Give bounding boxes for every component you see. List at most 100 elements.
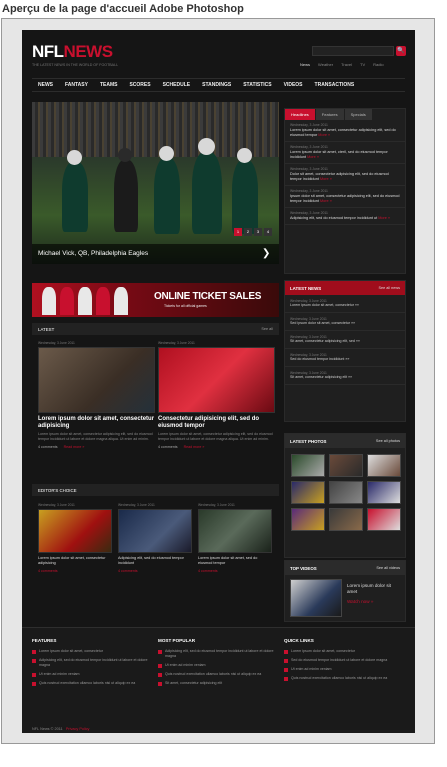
- player-figure: [154, 158, 180, 234]
- player-helmet: [198, 138, 215, 155]
- site-tagline: THE LATEST NEWS IN THE WORLD OF FOOTBALL: [32, 63, 119, 67]
- news-item[interactable]: Wednesday, 3 June 2011 Lorem ipsum dolor …: [285, 295, 405, 313]
- next-arrow-icon[interactable]: ❯: [262, 248, 270, 259]
- photo-thumb[interactable]: [367, 454, 401, 477]
- article-image: [198, 509, 272, 553]
- news-item[interactable]: Wednesday, 3 June 2011 Sit amet, consecte…: [285, 367, 405, 385]
- search-icon[interactable]: 🔍: [396, 46, 406, 56]
- headline-item[interactable]: Wednesday, 3 June 2011 Adipisicing elit, …: [285, 208, 405, 225]
- nav-videos[interactable]: VIDEOS: [284, 82, 303, 88]
- top-link-radio[interactable]: Radio: [373, 62, 383, 67]
- latest-news-box: LATEST NEWS See all news Wednesday, 3 Ju…: [284, 280, 406, 422]
- footer-features: FEATURES Lorem ipsum dolor sit amet, con…: [32, 638, 150, 690]
- tab-headlines[interactable]: Headlines: [285, 109, 315, 120]
- photo-thumb[interactable]: [329, 481, 363, 504]
- footer-link[interactable]: Lorem ipsum dolor sit amet, consectetur: [32, 649, 150, 654]
- photo-thumb[interactable]: [291, 508, 325, 531]
- headline-item[interactable]: Wednesday, 3 June 2011 Lorem ipsum dolor …: [285, 120, 405, 142]
- photo-thumb[interactable]: [329, 508, 363, 531]
- footer-link[interactable]: Adipisicing elit, sed do eiusmod tempor …: [158, 649, 276, 659]
- news-item[interactable]: Wednesday, 3 June 2011 Sed do eiusmod tem…: [285, 349, 405, 367]
- editors-card[interactable]: Wednesday, 3 June 2011 Lorem ipsum dolor…: [38, 503, 112, 573]
- headline-item[interactable]: Wednesday, 3 June 2011 Dolor sit amet, co…: [285, 164, 405, 186]
- news-item[interactable]: Wednesday, 3 June 2011 Sit amet, consecte…: [285, 331, 405, 349]
- hero-page-4[interactable]: 4: [264, 228, 272, 236]
- footer-quick-links: QUICK LINKS Lorem ipsum dolor sit amet, …: [284, 638, 402, 685]
- see-all-news-link[interactable]: See all news: [378, 286, 400, 290]
- hero-page-3[interactable]: 3: [254, 228, 262, 236]
- nav-news[interactable]: NEWS: [38, 82, 53, 88]
- read-more-link[interactable]: Read more »: [64, 445, 85, 449]
- top-link-travel[interactable]: Travel: [341, 62, 352, 67]
- comments-link[interactable]: 4 comments: [38, 445, 58, 449]
- top-link-weather[interactable]: Weather: [318, 62, 333, 67]
- footer-link[interactable]: Ut enim ad minim veniam: [158, 663, 276, 668]
- top-link-news[interactable]: News: [300, 62, 310, 67]
- footer-popular: MOST POPULAR Adipisicing elit, sed do ei…: [158, 638, 276, 690]
- tab-specials[interactable]: Specials: [344, 109, 372, 120]
- headline-item[interactable]: Wednesday, 3 June 2011 Lorem ipsum dolor …: [285, 142, 405, 164]
- tab-features[interactable]: Features: [315, 109, 344, 120]
- article-image: [118, 509, 192, 553]
- footer-link[interactable]: Ut enim ad minim veniam: [284, 667, 402, 672]
- read-more-link[interactable]: Read more »: [184, 445, 205, 449]
- preview-caption: Aperçu de la page d'accueil Adobe Photos…: [2, 3, 244, 15]
- player-helmet: [237, 148, 252, 163]
- photo-thumb[interactable]: [329, 454, 363, 477]
- footer-link[interactable]: Sit amet, consectetur adipisicing elit: [158, 681, 276, 686]
- banner-subtitle: Tickets for all official games: [164, 304, 207, 308]
- comments-link[interactable]: 4 comments: [198, 569, 218, 573]
- top-videos-box: TOP VIDEOS See all videos Lorem ipsum do…: [284, 560, 406, 622]
- comments-link[interactable]: 4 comments: [38, 569, 58, 573]
- hero-image[interactable]: [32, 102, 279, 264]
- latest-photos-box: LATEST PHOTOS See all photos: [284, 433, 406, 558]
- footer-link[interactable]: Sed do eiusmod tempor incididunt ut labo…: [284, 658, 402, 663]
- privacy-policy-link[interactable]: Privacy Policy: [66, 727, 90, 731]
- site-logo[interactable]: NFLNEWS: [32, 42, 113, 62]
- editors-choice-header: EDITOR'S CHOICE: [32, 484, 279, 496]
- see-all-photos-link[interactable]: See all photos: [376, 439, 400, 443]
- video-thumbnail[interactable]: [290, 579, 342, 617]
- see-all-latest-link[interactable]: See all: [261, 327, 273, 331]
- editors-card[interactable]: Wednesday, 3 June 2011 Adipisicing elit,…: [118, 503, 192, 573]
- player-figure: [42, 287, 56, 315]
- editors-card[interactable]: Wednesday, 3 June 2011 Lorem ipsum dolor…: [198, 503, 272, 573]
- headline-item[interactable]: Wednesday, 3 June 2011 Ipsum dolor sit am…: [285, 186, 405, 208]
- latest-card[interactable]: Wednesday, 3 June 2011 Consectetur adipi…: [158, 341, 275, 449]
- photo-thumb[interactable]: [291, 454, 325, 477]
- footer-link[interactable]: Quis nostrud exercitation ullamco labori…: [32, 681, 150, 686]
- comments-link[interactable]: 4 comments: [158, 445, 178, 449]
- ticket-sales-banner[interactable]: ONLINE TICKET SALES Tickets for all offi…: [32, 283, 279, 317]
- nav-teams[interactable]: TEAMS: [100, 82, 118, 88]
- hero-page-1[interactable]: 1: [234, 228, 242, 236]
- latest-header: LATEST See all: [32, 323, 279, 335]
- article-image: [158, 347, 275, 413]
- nav-schedule[interactable]: SCHEDULE: [163, 82, 191, 88]
- footer-link[interactable]: Quis nostrud exercitation ullamco labori…: [284, 676, 402, 681]
- comments-link[interactable]: 4 comments: [118, 569, 138, 573]
- top-link-tv[interactable]: TV: [360, 62, 365, 67]
- search-input[interactable]: [312, 46, 394, 56]
- nav-scores[interactable]: SCORES: [129, 82, 150, 88]
- website-mockup: NFLNEWS THE LATEST NEWS IN THE WORLD OF …: [22, 30, 415, 733]
- watch-video-link[interactable]: Watch now »: [347, 599, 373, 605]
- banner-title: ONLINE TICKET SALES: [154, 291, 262, 302]
- photo-thumb[interactable]: [367, 508, 401, 531]
- hero-page-2[interactable]: 2: [244, 228, 252, 236]
- nav-fantasy[interactable]: FANTASY: [65, 82, 88, 88]
- nav-transactions[interactable]: TRANSACTIONS: [315, 82, 355, 88]
- photo-thumb[interactable]: [291, 481, 325, 504]
- footer-link[interactable]: Ut enim ad minim veniam: [32, 672, 150, 677]
- photo-thumb[interactable]: [367, 481, 401, 504]
- article-image: [38, 347, 155, 413]
- footer-link[interactable]: Lorem ipsum dolor sit amet, consectetur: [284, 649, 402, 654]
- footer-link[interactable]: Quis nostrud exercitation ullamco labori…: [158, 672, 276, 677]
- nav-statistics[interactable]: STATISTICS: [243, 82, 271, 88]
- hero-caption: Michael Vick, QB, Philadelphia Eagles: [32, 244, 279, 264]
- footer-link[interactable]: Adipisicing elit, sed do eiusmod tempor …: [32, 658, 150, 668]
- news-item[interactable]: Wednesday, 3 June 2011 Sed ipsum dolor si…: [285, 313, 405, 331]
- nav-standings[interactable]: STANDINGS: [202, 82, 231, 88]
- see-all-videos-link[interactable]: See all videos: [376, 566, 400, 570]
- latest-card[interactable]: Wednesday, 3 June 2011 Lorem ipsum dolor…: [38, 341, 155, 449]
- photo-grid: [285, 448, 405, 537]
